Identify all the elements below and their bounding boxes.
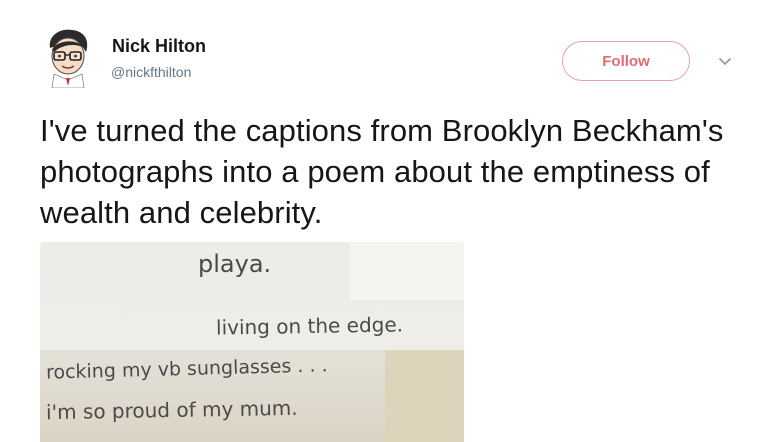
- photo-caption-line: i'm so proud of my mum.: [45, 395, 298, 425]
- tweet-text: I've turned the captions from Brooklyn B…: [40, 113, 724, 230]
- photo-caption-line: playa.: [198, 250, 272, 278]
- follow-button[interactable]: Follow: [562, 41, 690, 81]
- photo-caption-line: living on the edge.: [215, 312, 404, 340]
- author-name[interactable]: Nick Hilton: [112, 36, 206, 57]
- avatar-illustration-icon: [49, 29, 88, 89]
- photo-paper-bottom-right: [385, 350, 464, 442]
- photo-paper-corner: [350, 242, 464, 300]
- chevron-down-icon[interactable]: [718, 54, 732, 66]
- avatar[interactable]: [42, 28, 94, 89]
- tweet-photo[interactable]: playa. living on the edge. rocking my vb…: [40, 242, 464, 442]
- author-handle[interactable]: @nickfthilton: [111, 64, 191, 80]
